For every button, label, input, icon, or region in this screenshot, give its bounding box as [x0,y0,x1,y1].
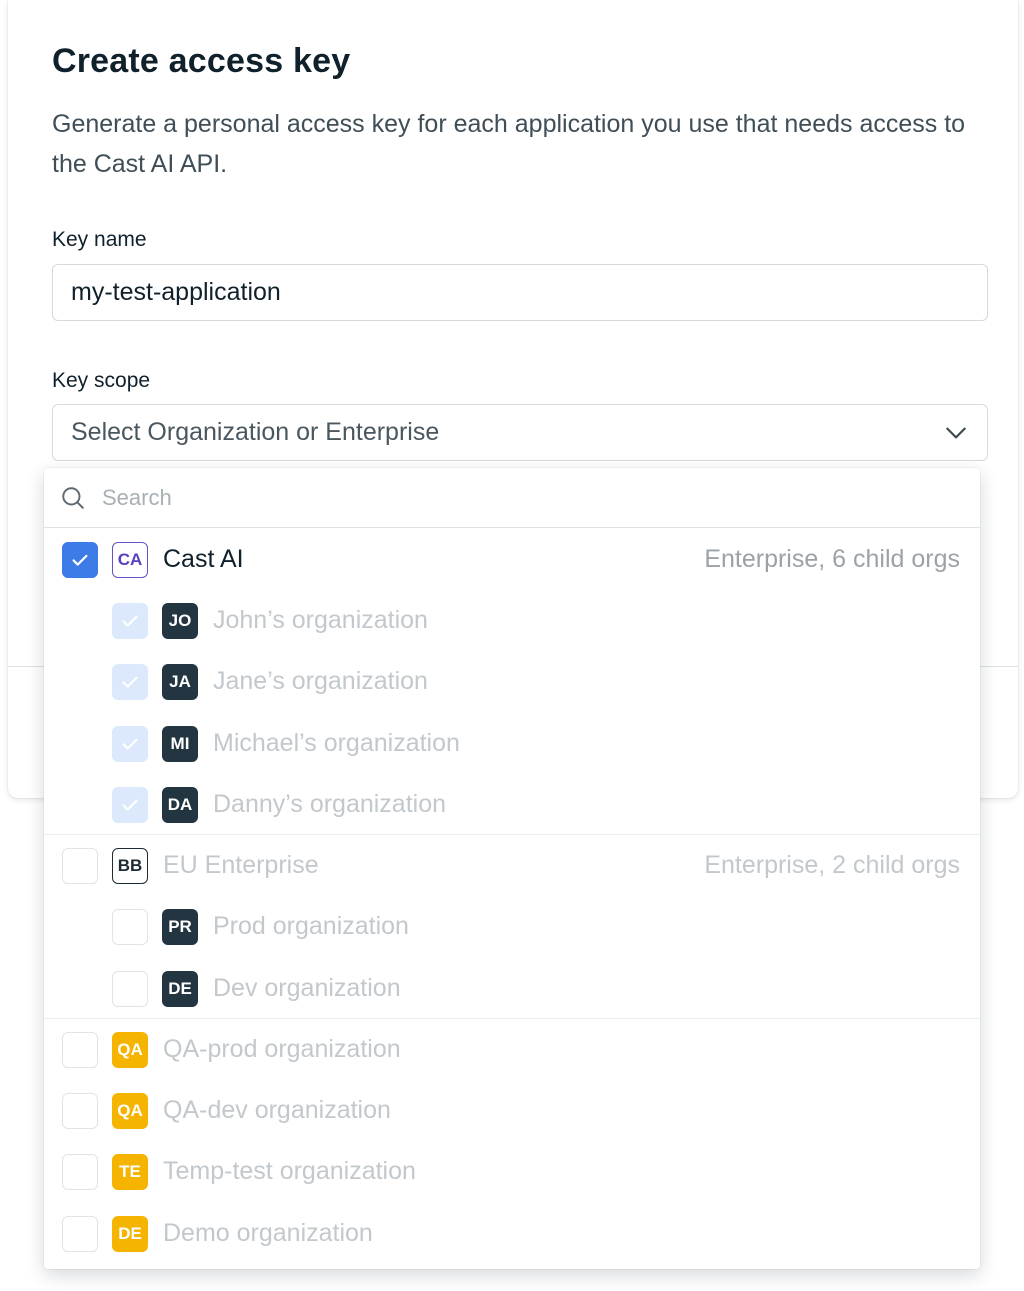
option-child-org[interactable]: MI Michael’s organization [44,713,980,774]
checkbox-unchecked[interactable] [62,1215,98,1252]
option-child-org[interactable]: DE Dev organization [44,958,980,1019]
avatar: DA [162,786,198,823]
avatar: CA [112,541,148,578]
option-org[interactable]: QA QA-prod organization [44,1018,980,1080]
checkbox-unchecked[interactable] [112,908,148,945]
checkbox-checked-disabled[interactable] [112,663,148,700]
option-label: QA-dev organization [163,1096,391,1124]
checkbox-unchecked[interactable] [112,970,148,1007]
check-icon [122,799,138,811]
option-meta: Enterprise, 6 child orgs [704,545,960,573]
option-label: Prod organization [213,912,409,940]
avatar: BB [112,847,148,884]
key-scope-placeholder: Select Organization or Enterprise [71,418,440,446]
option-label: EU Enterprise [163,851,319,879]
avatar: PR [162,908,198,945]
option-label: QA-prod organization [163,1035,401,1063]
key-scope-label: Key scope [52,369,151,392]
check-icon [72,554,88,566]
avatar: JO [162,602,198,639]
option-child-org[interactable]: PR Prod organization [44,896,980,957]
checkbox-unchecked[interactable] [62,1031,98,1068]
key-scope-select[interactable]: Select Organization or Enterprise [52,404,988,461]
modal-description: Generate a personal access key for each … [52,110,966,178]
avatar: QA [112,1092,148,1129]
scope-dropdown: CA Cast AI Enterprise, 6 child orgs JO J… [44,468,980,1269]
option-org[interactable]: DE Demo organization [44,1203,980,1264]
option-child-org[interactable]: DA Danny’s organization [44,774,980,835]
checkbox-checked-disabled[interactable] [112,602,148,639]
option-cast-ai[interactable]: CA Cast AI Enterprise, 6 child orgs [44,529,980,590]
search-input[interactable] [102,484,902,511]
modal-title: Create access key [52,42,351,80]
key-name-value: my-test-application [71,278,281,306]
chevron-down-icon [943,420,969,446]
avatar: DE [112,1215,148,1252]
option-meta: Enterprise, 2 child orgs [704,851,960,879]
option-child-org[interactable]: JO John’s organization [44,590,980,651]
search-icon [60,485,86,511]
checkbox-unchecked[interactable] [62,1153,98,1190]
option-label: Michael’s organization [213,729,460,757]
check-icon [122,738,138,750]
option-label: Demo organization [163,1219,373,1247]
checkbox-checked[interactable] [62,541,98,578]
option-label: Danny’s organization [213,790,447,818]
key-name-input[interactable]: my-test-application [52,264,988,321]
option-org[interactable]: QA QA-dev organization [44,1080,980,1141]
option-eu-enterprise[interactable]: BB EU Enterprise Enterprise, 2 child org… [44,834,980,896]
option-label: John’s organization [213,606,428,634]
option-label: Dev organization [213,974,401,1002]
checkbox-unchecked[interactable] [62,847,98,884]
dropdown-search [44,468,980,528]
checkbox-checked-disabled[interactable] [112,786,148,823]
check-icon [122,615,138,627]
option-label: Temp-test organization [163,1157,416,1185]
checkbox-checked-disabled[interactable] [112,725,148,762]
option-label: Jane’s organization [213,667,428,695]
avatar: TE [112,1153,148,1190]
check-icon [122,676,138,688]
option-org[interactable]: TE Temp-test organization [44,1141,980,1202]
avatar: QA [112,1031,148,1068]
checkbox-unchecked[interactable] [62,1092,98,1129]
avatar: MI [162,725,198,762]
avatar: DE [162,970,198,1007]
option-child-org[interactable]: JA Jane’s organization [44,651,980,712]
key-name-label: Key name [52,228,147,251]
option-label: Cast AI [163,545,244,573]
avatar: JA [162,663,198,700]
